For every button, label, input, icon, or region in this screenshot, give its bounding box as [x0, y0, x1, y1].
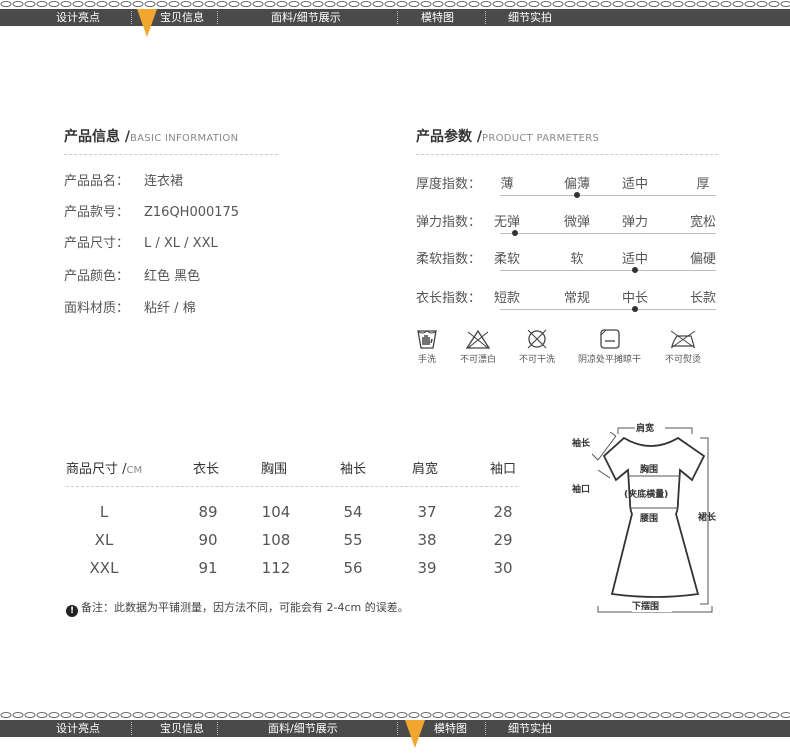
param-slider-marker [632, 306, 638, 312]
size-label-l: L [99, 503, 109, 521]
nav-item-fabric[interactable]: 面料/细节展示 [271, 9, 341, 26]
bottom-nav-bar: 设计亮点 宝贝信息 面料/细节展示 模特图 细节实拍 [0, 711, 790, 748]
table-cell: 55 [343, 531, 363, 549]
param-option: 无弹 [493, 215, 520, 230]
hand-wash-icon [417, 330, 437, 349]
label-shoulder: 肩宽 [635, 422, 654, 434]
table-cell: 54 [343, 503, 363, 521]
nav-item-detail[interactable]: 细节实拍 [508, 9, 552, 26]
param-option: 厚 [696, 177, 710, 192]
param-slider-marker [512, 230, 518, 236]
label-chest: 胸围 [640, 463, 658, 475]
nav-item-model[interactable]: 模特图 [434, 720, 467, 737]
active-arrow-icon [137, 9, 157, 37]
nav-item-info[interactable]: 宝贝信息 [160, 9, 204, 26]
param-option: 长款 [689, 291, 716, 306]
label-sleeve-length: 袖长 [571, 437, 591, 449]
measurement-note: ! 备注：此数据为平铺测量，因方法不同，可能会有 2-4cm 的误差。 [66, 599, 409, 617]
no-dry-clean-icon [527, 329, 547, 349]
label-hem: 下摆围 [632, 600, 659, 612]
param-option: 短款 [493, 291, 520, 306]
no-iron-icon [670, 330, 696, 349]
care-no-iron: 不可熨烫 [665, 328, 701, 365]
product-params-title-en: PRODUCT PARMETERS [482, 133, 600, 144]
table-cell: 90 [198, 531, 218, 549]
table-cell: 38 [417, 531, 437, 549]
product-params-title: 产品参数 /PRODUCT PARMETERS [416, 129, 600, 145]
table-cell: 56 [343, 559, 363, 577]
param-slider-track [500, 270, 716, 271]
table-cell: 39 [417, 559, 437, 577]
top-nav-bar: 设计亮点 宝贝信息 面料/细节展示 模特图 细节实拍 [0, 0, 790, 37]
product-info-title-en: BASIC INFORMATION [130, 133, 239, 144]
param-slider-track [500, 309, 716, 310]
table-cell: 28 [493, 503, 513, 521]
care-hand-wash: 手洗 [416, 328, 438, 365]
size-table-header-shoulder: 肩宽 [412, 462, 439, 477]
product-info-title: 产品信息 /BASIC INFORMATION [64, 129, 239, 145]
chain-border-decoration [0, 711, 790, 719]
label-waist: 腰围 [639, 513, 658, 524]
param-slider-marker [632, 267, 638, 273]
size-table-header-chest: 胸围 [261, 462, 288, 477]
exclamation-icon: ! [66, 605, 78, 617]
dress-measurement-diagram: 肩宽 袖长 袖口 胸围 (夹底横量) 腰围 裙长 下摆围 [571, 422, 717, 613]
info-row-name: 产品品名： 连衣裙 [64, 174, 184, 189]
dry-flat-shade-icon [599, 329, 620, 349]
no-bleach-icon [465, 329, 491, 349]
param-option: 偏硬 [689, 252, 716, 267]
size-table-header-length: 衣长 [193, 462, 220, 477]
info-row-material: 面料材质： 粘纤 / 棉 [64, 301, 196, 316]
size-table-header-cuff: 袖口 [490, 462, 517, 477]
nav-item-info[interactable]: 宝贝信息 [160, 720, 204, 737]
nav-item-model[interactable]: 模特图 [421, 9, 454, 26]
size-table-header-sleeve: 袖长 [340, 462, 367, 477]
table-cell: 112 [261, 559, 291, 577]
param-slider-track [500, 233, 716, 234]
table-cell: 104 [261, 503, 291, 521]
table-cell: 89 [198, 503, 218, 521]
param-option: 宽松 [689, 215, 716, 230]
info-row-sku: 产品款号： Z16QH000175 [64, 205, 240, 220]
label-cuff: 袖口 [571, 483, 590, 495]
nav-item-design[interactable]: 设计亮点 [56, 720, 100, 737]
size-label-xl: XL [94, 531, 114, 549]
table-cell: 108 [261, 531, 291, 549]
nav-item-detail[interactable]: 细节实拍 [508, 720, 552, 737]
info-row-size: 产品尺寸： L / XL / XXL [64, 236, 218, 251]
param-slider-marker [574, 192, 580, 198]
table-cell: 37 [417, 503, 437, 521]
size-table-header-size: 商品尺寸 /CM [66, 462, 143, 477]
table-cell: 91 [198, 559, 218, 577]
chain-border-decoration [0, 0, 790, 8]
param-option: 薄 [500, 177, 514, 192]
table-cell: 30 [493, 559, 513, 577]
nav-item-fabric[interactable]: 面料/细节展示 [268, 720, 338, 737]
info-row-color: 产品颜色： 红色 黑色 [64, 269, 201, 284]
active-arrow-icon [405, 720, 425, 748]
label-chest-note: (夹底横量) [624, 488, 668, 500]
table-cell: 29 [493, 531, 513, 549]
label-skirt-length: 裙长 [698, 511, 717, 523]
size-label-xxl: XXL [89, 559, 119, 577]
care-dry-flat: 阴凉处平摊晾干 [578, 328, 641, 365]
param-slider-track [500, 195, 716, 196]
nav-item-design[interactable]: 设计亮点 [56, 9, 100, 26]
param-option: 柔软 [493, 252, 520, 267]
care-no-bleach: 不可漂白 [460, 328, 496, 365]
care-no-dry-clean: 不可干洗 [519, 328, 555, 365]
